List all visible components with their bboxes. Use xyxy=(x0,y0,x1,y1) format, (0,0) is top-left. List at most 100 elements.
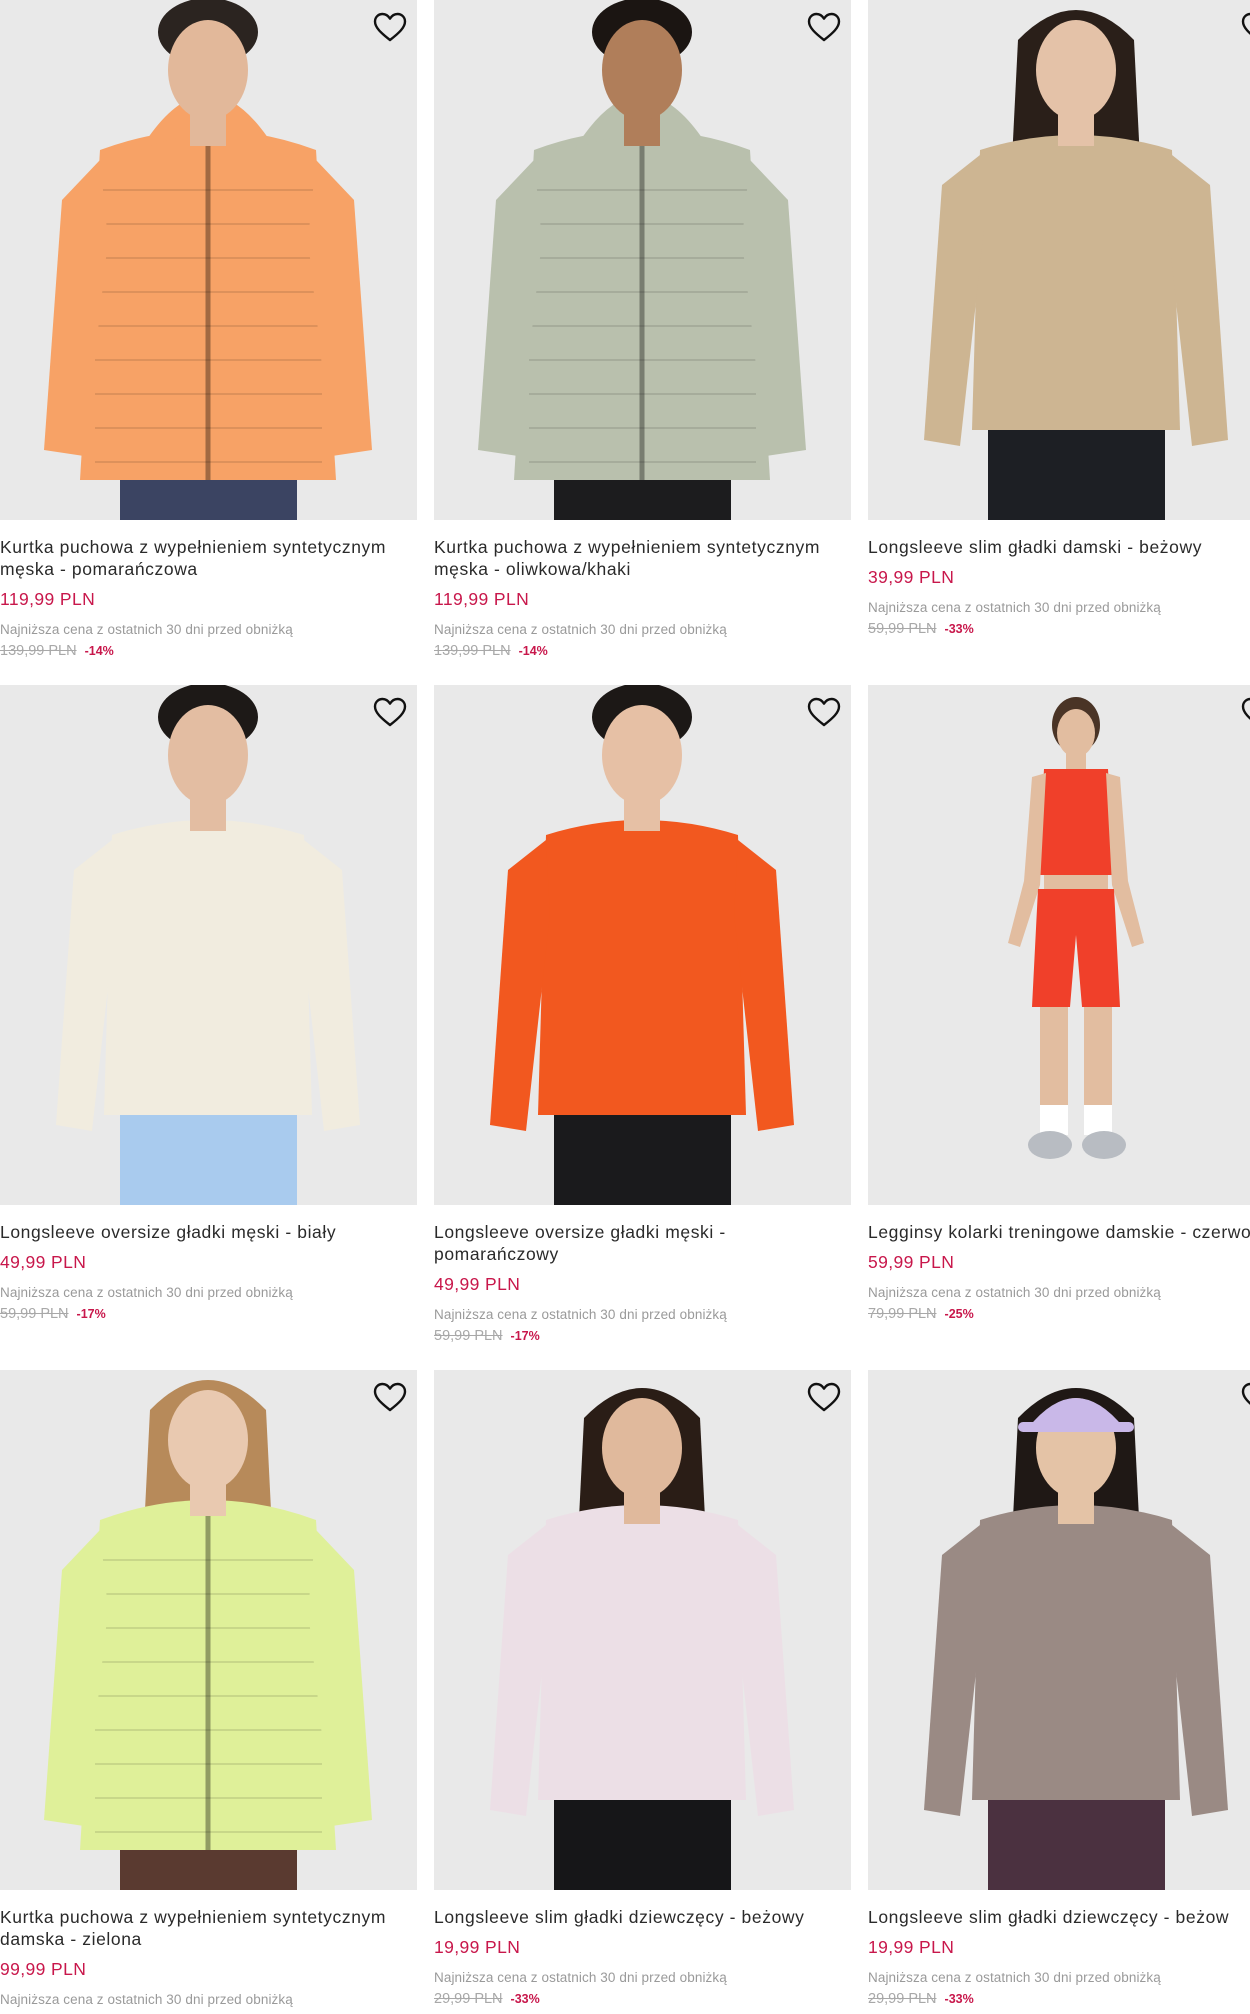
left-shoe xyxy=(1028,1131,1072,1159)
heart-outline-icon xyxy=(807,1382,841,1411)
lowest-price-note: Najniższa cena z ostatnich 30 dni przed … xyxy=(434,1970,727,1985)
product-card[interactable]: Kurtka puchowa z wypełnieniem syntetyczn… xyxy=(434,0,851,685)
product-image[interactable] xyxy=(434,685,851,1205)
lowest-price-note: Najniższa cena z ostatnich 30 dni przed … xyxy=(0,1285,293,1300)
heart-outline-icon xyxy=(807,697,841,726)
product-name-link[interactable]: Longsleeve oversize gładki męski - biały xyxy=(0,1221,417,1243)
product-name-link[interactable]: Longsleeve slim gładki dziewczęcy - beżo… xyxy=(434,1906,851,1928)
product-image[interactable] xyxy=(434,0,851,520)
model-photo xyxy=(0,0,417,520)
old-price: 139,99 PLN xyxy=(0,643,77,659)
product-card[interactable]: Legginsy kolarki treningowe damskie - cz… xyxy=(868,685,1250,1370)
add-to-wishlist-button[interactable] xyxy=(372,10,408,44)
neck xyxy=(1066,751,1086,769)
face xyxy=(168,20,248,120)
product-info: Longsleeve slim gładki dziewczęcy - beżo… xyxy=(868,1890,1250,2009)
product-card[interactable]: Longsleeve oversize gładki męski - biały… xyxy=(0,685,417,1370)
left-sock xyxy=(1040,1105,1068,1135)
old-price-line: 29,99 PLN -33% xyxy=(434,1990,851,2009)
face xyxy=(602,705,682,805)
model-photo xyxy=(868,685,1250,1205)
product-info: Legginsy kolarki treningowe damskie - cz… xyxy=(868,1205,1250,1324)
model-photo xyxy=(868,0,1250,520)
product-info: Longsleeve oversize gładki męski - biały… xyxy=(0,1205,417,1324)
current-price: 59,99 PLN xyxy=(868,1252,955,1272)
discount-badge: -17% xyxy=(76,1307,106,1321)
longsleeve-top xyxy=(104,820,312,1115)
product-info: Longsleeve slim gładki dziewczęcy - beżo… xyxy=(434,1890,851,2009)
lowest-price-note: Najniższa cena z ostatnich 30 dni przed … xyxy=(434,622,727,637)
model-photo xyxy=(434,0,851,520)
heart-outline-icon xyxy=(373,12,407,41)
product-name-link[interactable]: Longsleeve slim gładki dziewczęcy - beżo… xyxy=(868,1906,1250,1928)
add-to-wishlist-button[interactable] xyxy=(372,1380,408,1414)
old-price: 79,99 PLN xyxy=(868,1306,937,1322)
lowest-price-note: Najniższa cena z ostatnich 30 dni przed … xyxy=(0,1992,293,2007)
product-card[interactable]: Longsleeve slim gładki dziewczęcy - beżo… xyxy=(868,1370,1250,2014)
face xyxy=(1057,709,1095,757)
add-to-wishlist-button[interactable] xyxy=(1240,695,1250,729)
product-image[interactable] xyxy=(0,0,417,520)
face xyxy=(602,20,682,120)
product-image[interactable] xyxy=(0,685,417,1205)
lower-garment xyxy=(988,1800,1165,1890)
old-price: 29,99 PLN xyxy=(868,1991,937,2007)
add-to-wishlist-button[interactable] xyxy=(372,695,408,729)
right-sock xyxy=(1084,1105,1112,1135)
current-price: 49,99 PLN xyxy=(0,1252,87,1272)
current-price: 19,99 PLN xyxy=(434,1937,521,1957)
product-image[interactable] xyxy=(434,1370,851,1890)
product-card[interactable]: Longsleeve slim gładki dziewczęcy - beżo… xyxy=(434,1370,851,2014)
old-price-line: 29,99 PLN -33% xyxy=(868,1990,1250,2009)
heart-outline-icon xyxy=(373,697,407,726)
product-name-link[interactable]: Kurtka puchowa z wypełnieniem syntetyczn… xyxy=(0,536,417,580)
old-price: 139,99 PLN xyxy=(434,643,511,659)
product-name-link[interactable]: Kurtka puchowa z wypełnieniem syntetyczn… xyxy=(0,1906,417,1950)
product-image[interactable] xyxy=(868,0,1250,520)
product-name-link[interactable]: Longsleeve oversize gładki męski - pomar… xyxy=(434,1221,851,1265)
longsleeve-top xyxy=(972,1505,1180,1800)
current-price: 39,99 PLN xyxy=(868,567,955,587)
add-to-wishlist-button[interactable] xyxy=(806,10,842,44)
model-photo xyxy=(0,685,417,1205)
product-card[interactable]: Longsleeve oversize gładki męski - pomar… xyxy=(434,685,851,1370)
add-to-wishlist-button[interactable] xyxy=(806,1380,842,1414)
lowest-price-note: Najniższa cena z ostatnich 30 dni przed … xyxy=(0,622,293,637)
add-to-wishlist-button[interactable] xyxy=(806,695,842,729)
product-card[interactable]: Kurtka puchowa z wypełnieniem syntetyczn… xyxy=(0,1370,417,2014)
product-name-link[interactable]: Longsleeve slim gładki damski - beżowy xyxy=(868,536,1250,558)
old-price-line: 79,99 PLN -25% xyxy=(868,1305,1250,1324)
product-name-link[interactable]: Kurtka puchowa z wypełnieniem syntetyczn… xyxy=(434,536,851,580)
lowest-price-note: Najniższa cena z ostatnich 30 dni przed … xyxy=(868,1970,1161,1985)
current-price: 119,99 PLN xyxy=(0,589,96,609)
crop-top xyxy=(1038,769,1114,875)
current-price: 119,99 PLN xyxy=(434,589,530,609)
add-to-wishlist-button[interactable] xyxy=(1240,1380,1250,1414)
product-info: Kurtka puchowa z wypełnieniem syntetyczn… xyxy=(434,520,851,661)
product-name-link[interactable]: Legginsy kolarki treningowe damskie - cz… xyxy=(868,1221,1250,1243)
product-image[interactable] xyxy=(868,1370,1250,1890)
old-price: 59,99 PLN xyxy=(0,1306,69,1322)
lower-garment xyxy=(988,430,1165,520)
right-shoe xyxy=(1082,1131,1126,1159)
old-price: 59,99 PLN xyxy=(434,1328,503,1344)
product-info: Kurtka puchowa z wypełnieniem syntetyczn… xyxy=(0,520,417,661)
lower-garment xyxy=(554,1800,731,1890)
face xyxy=(602,1398,682,1498)
face xyxy=(1036,20,1116,120)
add-to-wishlist-button[interactable] xyxy=(1240,10,1250,44)
old-price-line: 139,99 PLN -14% xyxy=(0,642,417,661)
product-image[interactable] xyxy=(0,1370,417,1890)
product-card[interactable]: Longsleeve slim gładki damski - beżowy 3… xyxy=(868,0,1250,685)
lowest-price-note: Najniższa cena z ostatnich 30 dni przed … xyxy=(868,600,1161,615)
midriff xyxy=(1044,875,1108,889)
old-price: 29,99 PLN xyxy=(434,1991,503,2007)
longsleeve-top xyxy=(972,135,1180,430)
product-image[interactable] xyxy=(868,685,1250,1205)
product-info: Longsleeve slim gładki damski - beżowy 3… xyxy=(868,520,1250,639)
current-price: 19,99 PLN xyxy=(868,1937,955,1957)
product-card[interactable]: Kurtka puchowa z wypełnieniem syntetyczn… xyxy=(0,0,417,685)
heart-outline-icon xyxy=(1241,12,1250,35)
face xyxy=(168,705,248,805)
discount-badge: -14% xyxy=(518,644,548,658)
